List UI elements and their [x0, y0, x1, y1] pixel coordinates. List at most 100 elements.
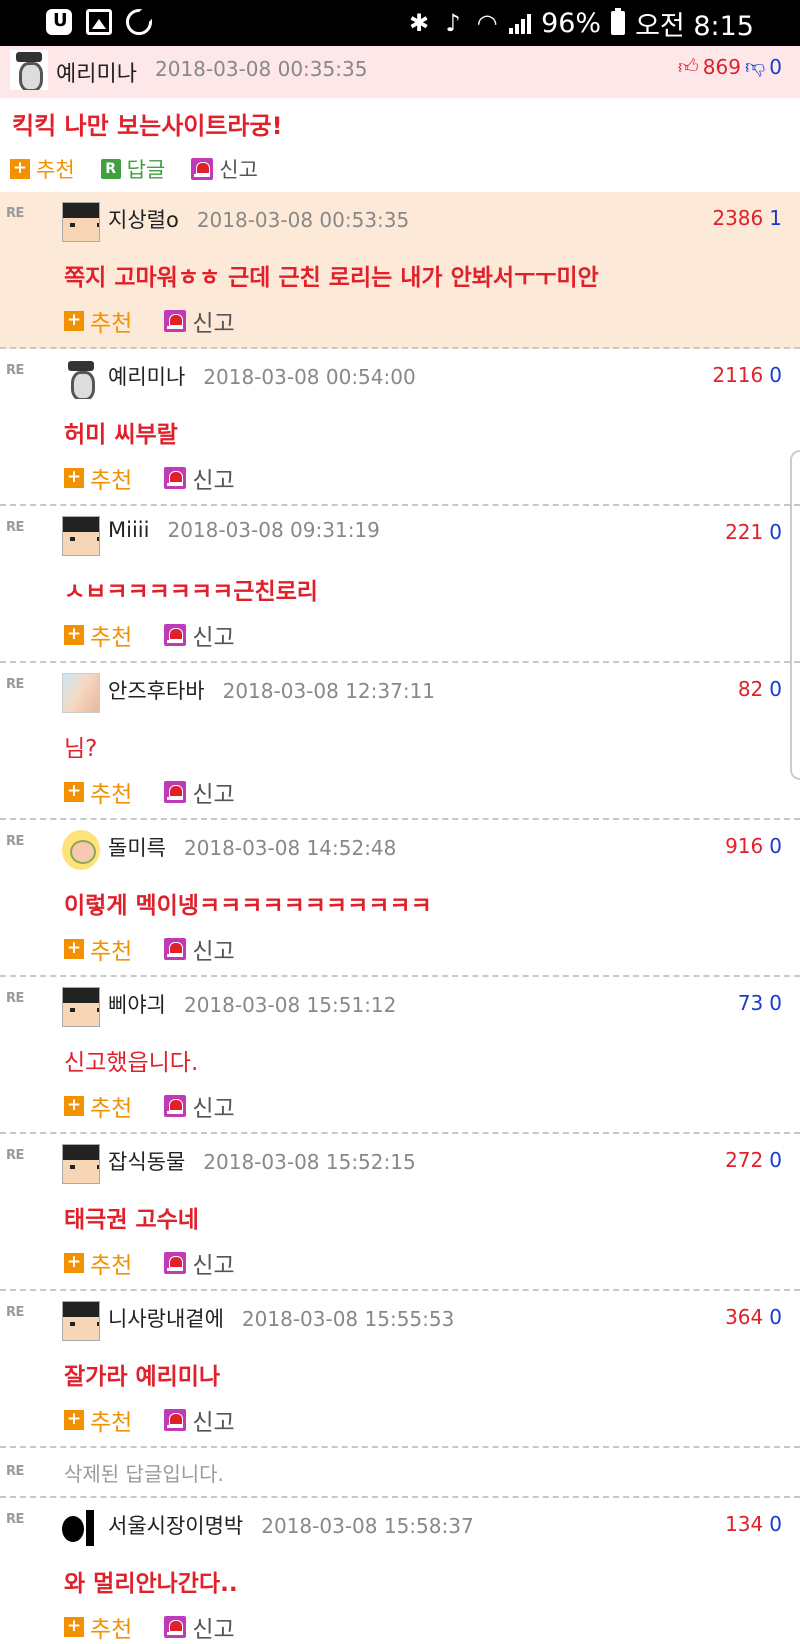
- report-button[interactable]: 신고: [191, 154, 258, 184]
- recommend-button[interactable]: + 추천: [64, 1089, 132, 1123]
- commenter-name[interactable]: 니사랑내곁에: [108, 1303, 224, 1333]
- comment-upvotes: 221: [725, 520, 764, 544]
- siren-icon: [164, 1409, 187, 1431]
- post-upvotes: 869: [702, 54, 741, 79]
- comment-body: 잘가라 예리미나: [64, 1364, 221, 1390]
- commenter-avatar[interactable]: [62, 673, 100, 713]
- siren-icon: [191, 158, 214, 180]
- report-button[interactable]: 신고: [164, 304, 235, 338]
- comment-date: 2018-03-08 15:51:12: [183, 993, 397, 1017]
- recommend-button[interactable]: + 추천: [64, 1403, 132, 1437]
- commenter-name[interactable]: 안즈후타바: [108, 675, 205, 705]
- reply-arrow-icon: RE: [6, 677, 24, 692]
- reply-arrow-icon: RE: [6, 1464, 24, 1479]
- commenter-avatar[interactable]: [62, 202, 100, 242]
- comment-date: 2018-03-08 15:55:53: [241, 1307, 455, 1331]
- reply-icon: R: [100, 159, 121, 179]
- battery-icon: [611, 8, 626, 35]
- reply-arrow-icon: RE: [6, 1305, 24, 1320]
- commenter-avatar[interactable]: [62, 987, 100, 1027]
- comment-actions: + 추천 신고: [64, 618, 235, 652]
- report-button[interactable]: 신고: [164, 1610, 235, 1644]
- comment-body: 쪽지 고마워ㅎㅎ 근데 근친 로리는 내가 안봐서ㅜㅜ미안: [64, 265, 599, 291]
- commenter-avatar[interactable]: [62, 359, 100, 399]
- commenter-name[interactable]: Miiii: [108, 518, 149, 542]
- gallery-icon: [86, 9, 112, 35]
- report-label: 신고: [219, 158, 258, 182]
- report-button[interactable]: 신고: [164, 1246, 235, 1280]
- recommend-button[interactable]: + 추천: [64, 618, 132, 652]
- reply-arrow-icon: RE: [6, 834, 24, 849]
- comment-actions: + 추천 신고: [64, 1089, 235, 1123]
- recommend-label: 추천: [90, 625, 133, 651]
- report-label: 신고: [192, 468, 235, 494]
- comment-votes: 2116 0: [712, 363, 782, 387]
- plus-icon: +: [64, 782, 84, 802]
- recommend-button[interactable]: + 추천: [64, 932, 132, 966]
- report-button[interactable]: 신고: [164, 932, 235, 966]
- post-downvotes: 0: [769, 54, 782, 79]
- report-button[interactable]: 신고: [164, 618, 235, 652]
- comment-body: 태극권 고수네: [64, 1207, 199, 1233]
- comment-item: RE 돌미륵 2018-03-08 14:52:48 916 0 이렇게 멕이넹ㅋㅋ…: [0, 820, 800, 977]
- comment-date: 2018-03-08 09:31:19: [167, 518, 380, 542]
- plus-icon: +: [64, 1096, 84, 1116]
- report-button[interactable]: 신고: [164, 461, 235, 495]
- report-button[interactable]: 신고: [164, 775, 235, 809]
- recommend-label: 추천: [90, 1253, 133, 1279]
- comment-actions: + 추천 신고: [64, 1246, 235, 1280]
- report-button[interactable]: 신고: [164, 1089, 235, 1123]
- post-actions: + 추천 R 답글 신고: [10, 154, 258, 184]
- recommend-button[interactable]: + 추천: [10, 154, 75, 184]
- plus-icon: +: [64, 1410, 84, 1430]
- recommend-button[interactable]: + 추천: [64, 775, 132, 809]
- report-label: 신고: [192, 1253, 235, 1279]
- comment-upvotes: 916: [725, 834, 764, 858]
- comment-upvotes: 82: [737, 677, 764, 701]
- comment-downvotes: 0: [769, 520, 782, 544]
- commenter-name[interactable]: 잡식동물: [108, 1146, 185, 1176]
- commenter-name[interactable]: 삐야긔: [108, 989, 166, 1019]
- comment-date: 2018-03-08 00:54:00: [203, 365, 416, 389]
- comment-item: RE 예리미나 2018-03-08 00:54:00 2116 0 허미 씨부랄 …: [0, 349, 800, 506]
- author-avatar[interactable]: [10, 50, 48, 90]
- app-icon: [46, 9, 72, 35]
- commenter-avatar[interactable]: [62, 830, 100, 870]
- deleted-notice: 삭제된 답글입니다.: [64, 1462, 224, 1486]
- recommend-button[interactable]: + 추천: [64, 1610, 132, 1644]
- reply-arrow-icon: RE: [6, 206, 24, 221]
- plus-icon: +: [64, 1253, 84, 1273]
- commenter-avatar[interactable]: [62, 1144, 100, 1184]
- comment-downvotes: 0: [769, 1148, 782, 1172]
- comment-upvotes: 134: [725, 1512, 764, 1536]
- commenter-avatar[interactable]: [62, 1508, 100, 1548]
- comment-downvotes: 0: [769, 991, 782, 1015]
- siren-icon: [164, 1616, 187, 1638]
- commenter-avatar[interactable]: [62, 516, 100, 556]
- wifi-icon: ◠: [476, 9, 498, 37]
- scroll-indicator[interactable]: [790, 450, 800, 780]
- siren-icon: [164, 1095, 187, 1117]
- plus-icon: +: [64, 939, 84, 959]
- reply-button[interactable]: R 답글: [100, 154, 165, 184]
- recommend-button[interactable]: + 추천: [64, 1246, 132, 1280]
- comment-item: RE 지상렬o 2018-03-08 00:53:35 2386 1 쪽지 고마워ㅎ…: [0, 192, 800, 349]
- recommend-button[interactable]: + 추천: [64, 304, 132, 338]
- commenter-name[interactable]: 서울시장이명박: [108, 1510, 243, 1540]
- thumbs-up-icon[interactable]: 👍︎: [678, 54, 699, 79]
- battery-percent: 96%: [541, 7, 602, 39]
- report-button[interactable]: 신고: [164, 1403, 235, 1437]
- post-author[interactable]: 예리미나: [56, 56, 137, 88]
- commenter-avatar[interactable]: [62, 1301, 100, 1341]
- notification-icons: [46, 9, 152, 35]
- comment-date: 2018-03-08 12:37:11: [222, 679, 436, 703]
- recommend-label: 추천: [90, 1096, 133, 1122]
- comment-date: 2018-03-08 00:53:35: [196, 208, 410, 232]
- thumbs-down-icon[interactable]: 👎︎: [745, 54, 765, 79]
- reply-arrow-icon: RE: [6, 520, 24, 535]
- commenter-name[interactable]: 예리미나: [108, 361, 185, 391]
- clock: 오전 8:15: [635, 10, 754, 42]
- commenter-name[interactable]: 돌미륵: [108, 832, 166, 862]
- commenter-name[interactable]: 지상렬o: [108, 204, 179, 234]
- recommend-button[interactable]: + 추천: [64, 461, 132, 495]
